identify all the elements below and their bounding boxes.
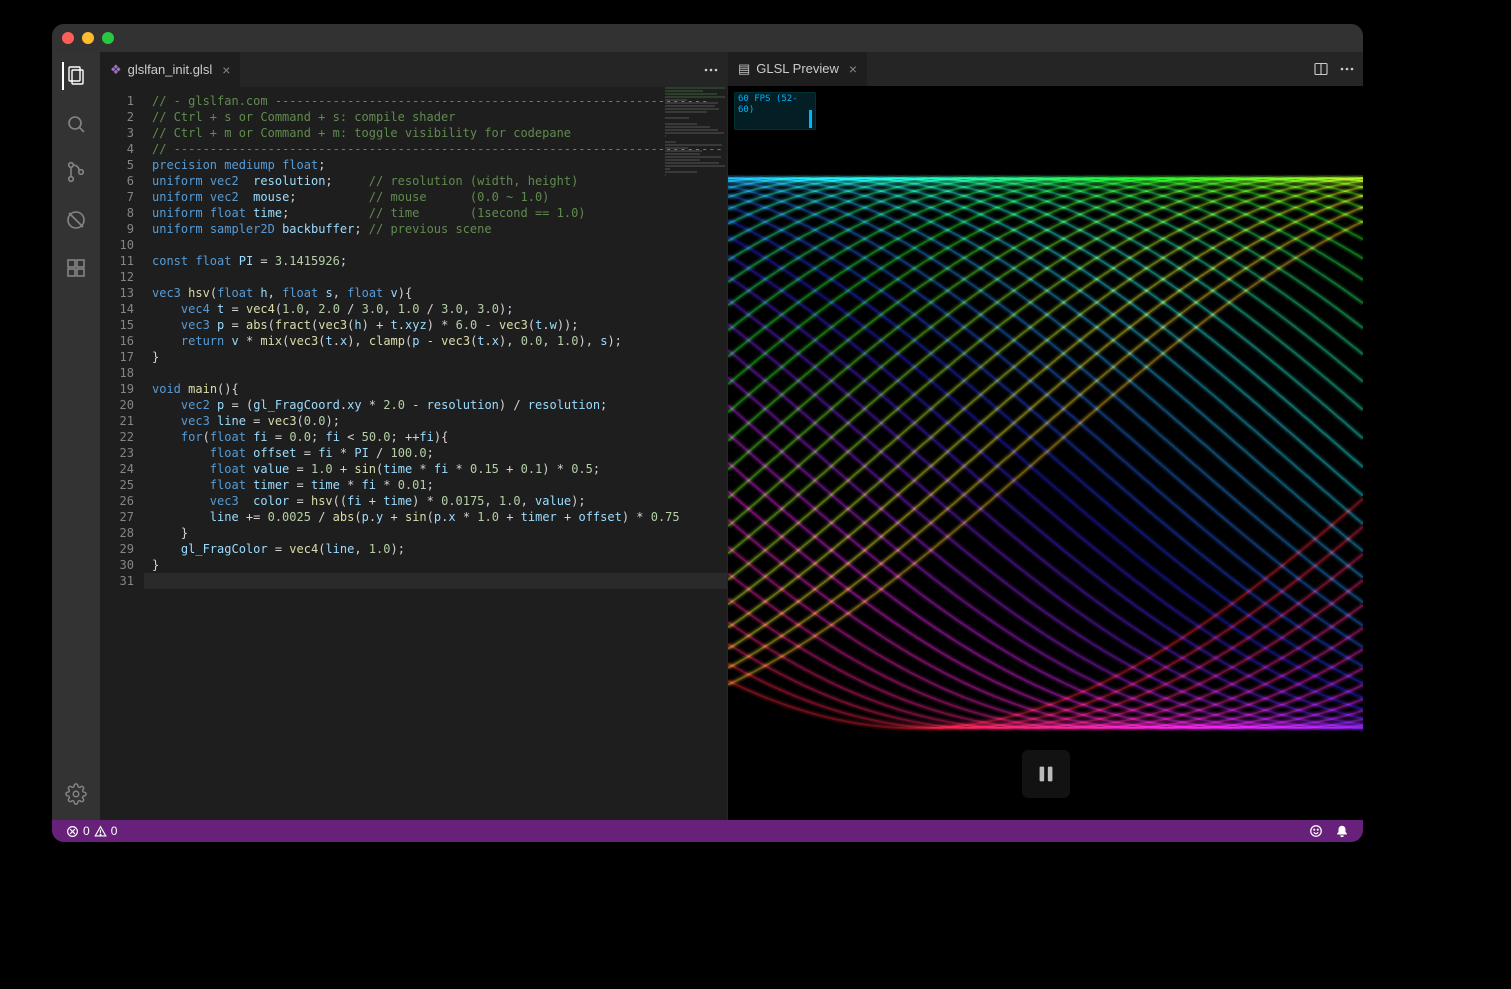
- minimap[interactable]: [663, 87, 727, 820]
- source-control-icon[interactable]: [62, 158, 90, 186]
- error-count: 0: [83, 824, 90, 838]
- code-editor-pane: ❖ glslfan_init.glsl × 123456789101112131…: [100, 52, 728, 820]
- preview-tabs: ▤ GLSL Preview ×: [728, 52, 1363, 86]
- search-icon[interactable]: [62, 110, 90, 138]
- close-window-button[interactable]: [62, 32, 74, 44]
- explorer-icon[interactable]: [62, 62, 90, 90]
- vscode-window: ❖ glslfan_init.glsl × 123456789101112131…: [52, 24, 1363, 842]
- close-tab-icon[interactable]: ×: [849, 61, 857, 77]
- code-editor[interactable]: 1234567891011121314151617181920212223242…: [100, 87, 727, 820]
- pause-button[interactable]: [1022, 750, 1070, 798]
- extensions-icon[interactable]: [62, 254, 90, 282]
- line-number-gutter: 1234567891011121314151617181920212223242…: [100, 87, 144, 820]
- status-bar: 0 0: [52, 820, 1363, 842]
- code-content[interactable]: // - glslfan.com -----------------------…: [144, 87, 727, 820]
- settings-gear-icon[interactable]: [62, 780, 90, 808]
- fps-overlay: 60 FPS (52-60): [734, 92, 816, 130]
- status-problems[interactable]: 0 0: [62, 824, 121, 838]
- debug-icon[interactable]: [62, 206, 90, 234]
- editor-group: ❖ glslfan_init.glsl × 123456789101112131…: [100, 52, 1363, 820]
- workbench: ❖ glslfan_init.glsl × 123456789101112131…: [52, 52, 1363, 820]
- tab-label: GLSL Preview: [756, 61, 839, 76]
- more-actions-icon[interactable]: [1339, 61, 1355, 77]
- preview-icon: ▤: [738, 61, 750, 77]
- tab-label: glslfan_init.glsl: [128, 62, 213, 77]
- activity-bar: [52, 52, 100, 820]
- fps-bar: [809, 110, 812, 128]
- feedback-icon[interactable]: [1305, 824, 1327, 838]
- minimize-window-button[interactable]: [82, 32, 94, 44]
- more-actions-icon[interactable]: [703, 62, 719, 78]
- fps-text: 60 FPS (52-60): [738, 94, 812, 116]
- notifications-icon[interactable]: [1331, 824, 1353, 838]
- editor-tabs: ❖ glslfan_init.glsl ×: [100, 52, 727, 87]
- file-icon: ❖: [110, 62, 122, 78]
- warning-count: 0: [111, 824, 118, 838]
- close-tab-icon[interactable]: ×: [222, 62, 230, 78]
- window-controls: [62, 32, 114, 44]
- tab-glsl-preview[interactable]: ▤ GLSL Preview ×: [728, 52, 868, 86]
- split-editor-icon[interactable]: [1313, 61, 1329, 77]
- title-bar[interactable]: [52, 24, 1363, 52]
- zoom-window-button[interactable]: [102, 32, 114, 44]
- shader-canvas: [728, 86, 1363, 820]
- tab-glslfan-init[interactable]: ❖ glslfan_init.glsl ×: [100, 52, 241, 87]
- preview-pane: ▤ GLSL Preview ×: [728, 52, 1363, 820]
- shader-preview[interactable]: 60 FPS (52-60): [728, 86, 1363, 820]
